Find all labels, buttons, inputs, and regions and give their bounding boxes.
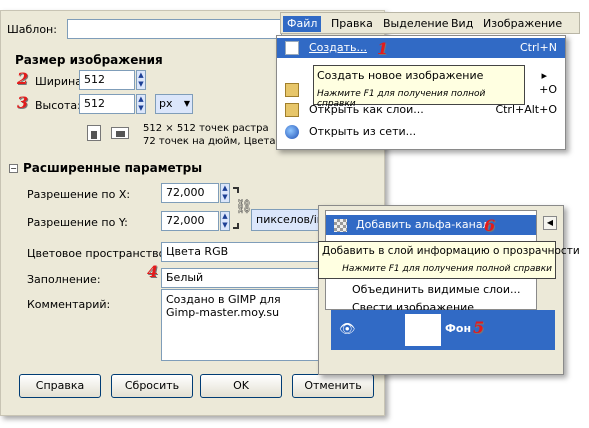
yres-label: Разрешение по Y:	[27, 216, 128, 229]
marker-3: 3	[17, 93, 29, 112]
layers-window: Добавить альфа-канал 6 Объединить видимы…	[318, 205, 564, 375]
size-info-line1: 512 × 512 точек растра	[143, 123, 269, 134]
collapse-icon[interactable]: −	[9, 164, 18, 173]
add-alpha-tooltip-line2: Нажмите F1 для получения полной справки	[342, 264, 552, 274]
template-label: Шаблон:	[7, 23, 57, 36]
fill-select[interactable]: Белый	[161, 268, 321, 288]
marker-2: 2	[17, 69, 29, 88]
layer-name: Фон	[445, 322, 472, 335]
fill-label: Заполнение:	[27, 273, 101, 286]
help-button[interactable]: Справка	[19, 374, 101, 398]
new-file-icon	[285, 41, 299, 55]
layer-row[interactable]: 👁 Фон 5	[331, 310, 555, 350]
template-field[interactable]	[67, 19, 282, 39]
yres-field[interactable]: 72,000	[161, 211, 219, 231]
globe-icon	[285, 125, 299, 139]
height-label: Высота:	[35, 99, 81, 112]
layer-thumbnail	[405, 314, 441, 346]
add-alpha-label: Добавить альфа-канал	[356, 218, 490, 231]
menu-select[interactable]: Выделение	[379, 16, 453, 32]
menu-edit[interactable]: Правка	[327, 16, 377, 32]
merge-visible-item[interactable]: Объединить видимые слои...	[352, 283, 521, 296]
create-tooltip: Создать новое изображение Нажмите F1 для…	[313, 65, 525, 109]
colorspace-select[interactable]: Цвета RGB	[161, 242, 321, 262]
unit-select[interactable]: px ▼	[155, 94, 193, 114]
colorspace-label: Цветовое пространство:	[27, 247, 170, 260]
marker-1: 1	[377, 39, 389, 58]
alpha-checker-icon	[334, 219, 347, 232]
marker-5: 5	[473, 318, 485, 337]
menu-image[interactable]: Изображение	[479, 16, 566, 32]
cancel-button[interactable]: Отменить	[292, 374, 374, 398]
menubar: Файл Правка Выделение Вид Изображение	[280, 12, 580, 34]
menu-item-open-url[interactable]: Открыть из сети...	[277, 122, 565, 142]
marker-6: 6	[484, 216, 496, 235]
add-alpha-tooltip-line1: Добавить в слой информацию о прозрачност…	[322, 245, 580, 257]
yres-spinner[interactable]: ▲ ▼	[220, 211, 230, 231]
menu-item-create[interactable]: Создать... 1 Ctrl+N	[277, 38, 565, 58]
width-field[interactable]: 512	[79, 70, 135, 90]
landscape-icon[interactable]	[111, 127, 129, 139]
eye-icon[interactable]: 👁	[339, 322, 356, 337]
xres-field[interactable]: 72,000	[161, 183, 219, 203]
marker-4: 4	[147, 262, 159, 281]
menu-item-add-alpha[interactable]: Добавить альфа-канал 6	[326, 215, 536, 235]
create-label: Создать...	[309, 41, 367, 54]
create-shortcut: Ctrl+N	[519, 41, 557, 54]
tab-arrow-icon[interactable]: ◀	[543, 216, 557, 230]
chain-bracket-bottom	[233, 223, 239, 229]
file-menu: Создать... 1 Ctrl+N ▸ +O Открыть как сло…	[276, 35, 566, 150]
unit-value: px	[159, 97, 173, 110]
open-url-label: Открыть из сети...	[309, 125, 417, 138]
menu-file[interactable]: Файл	[283, 16, 322, 32]
reset-button[interactable]: Сбросить	[111, 374, 193, 398]
image-size-header: Размер изображения	[15, 53, 163, 67]
xres-spinner[interactable]: ▲ ▼	[220, 183, 230, 203]
width-spinner[interactable]: ▲ ▼	[136, 70, 146, 90]
chain-bracket-top	[233, 187, 239, 193]
xres-label: Разрешение по X:	[27, 188, 131, 201]
menu-view[interactable]: Вид	[447, 16, 477, 32]
ok-button[interactable]: OK	[200, 374, 282, 398]
res-unit-select[interactable]: пикселов/in	[251, 209, 324, 231]
create-tooltip-line1: Создать новое изображение	[317, 69, 484, 82]
folder-layers-icon	[285, 103, 299, 117]
portrait-icon[interactable]	[87, 125, 101, 141]
advanced-header: Расширенные параметры	[23, 161, 203, 175]
height-field[interactable]: 512	[79, 94, 135, 114]
hidden-shortcut: +O	[539, 83, 557, 96]
folder-icon	[285, 83, 299, 97]
height-spinner[interactable]: ▲ ▼	[136, 94, 146, 114]
comment-label: Комментарий:	[27, 298, 111, 311]
create-tooltip-line2: Нажмите F1 для получения полной справки	[317, 89, 486, 109]
chevron-down-icon: ▼	[183, 99, 190, 108]
add-alpha-tooltip: Добавить в слой информацию о прозрачност…	[318, 241, 580, 279]
